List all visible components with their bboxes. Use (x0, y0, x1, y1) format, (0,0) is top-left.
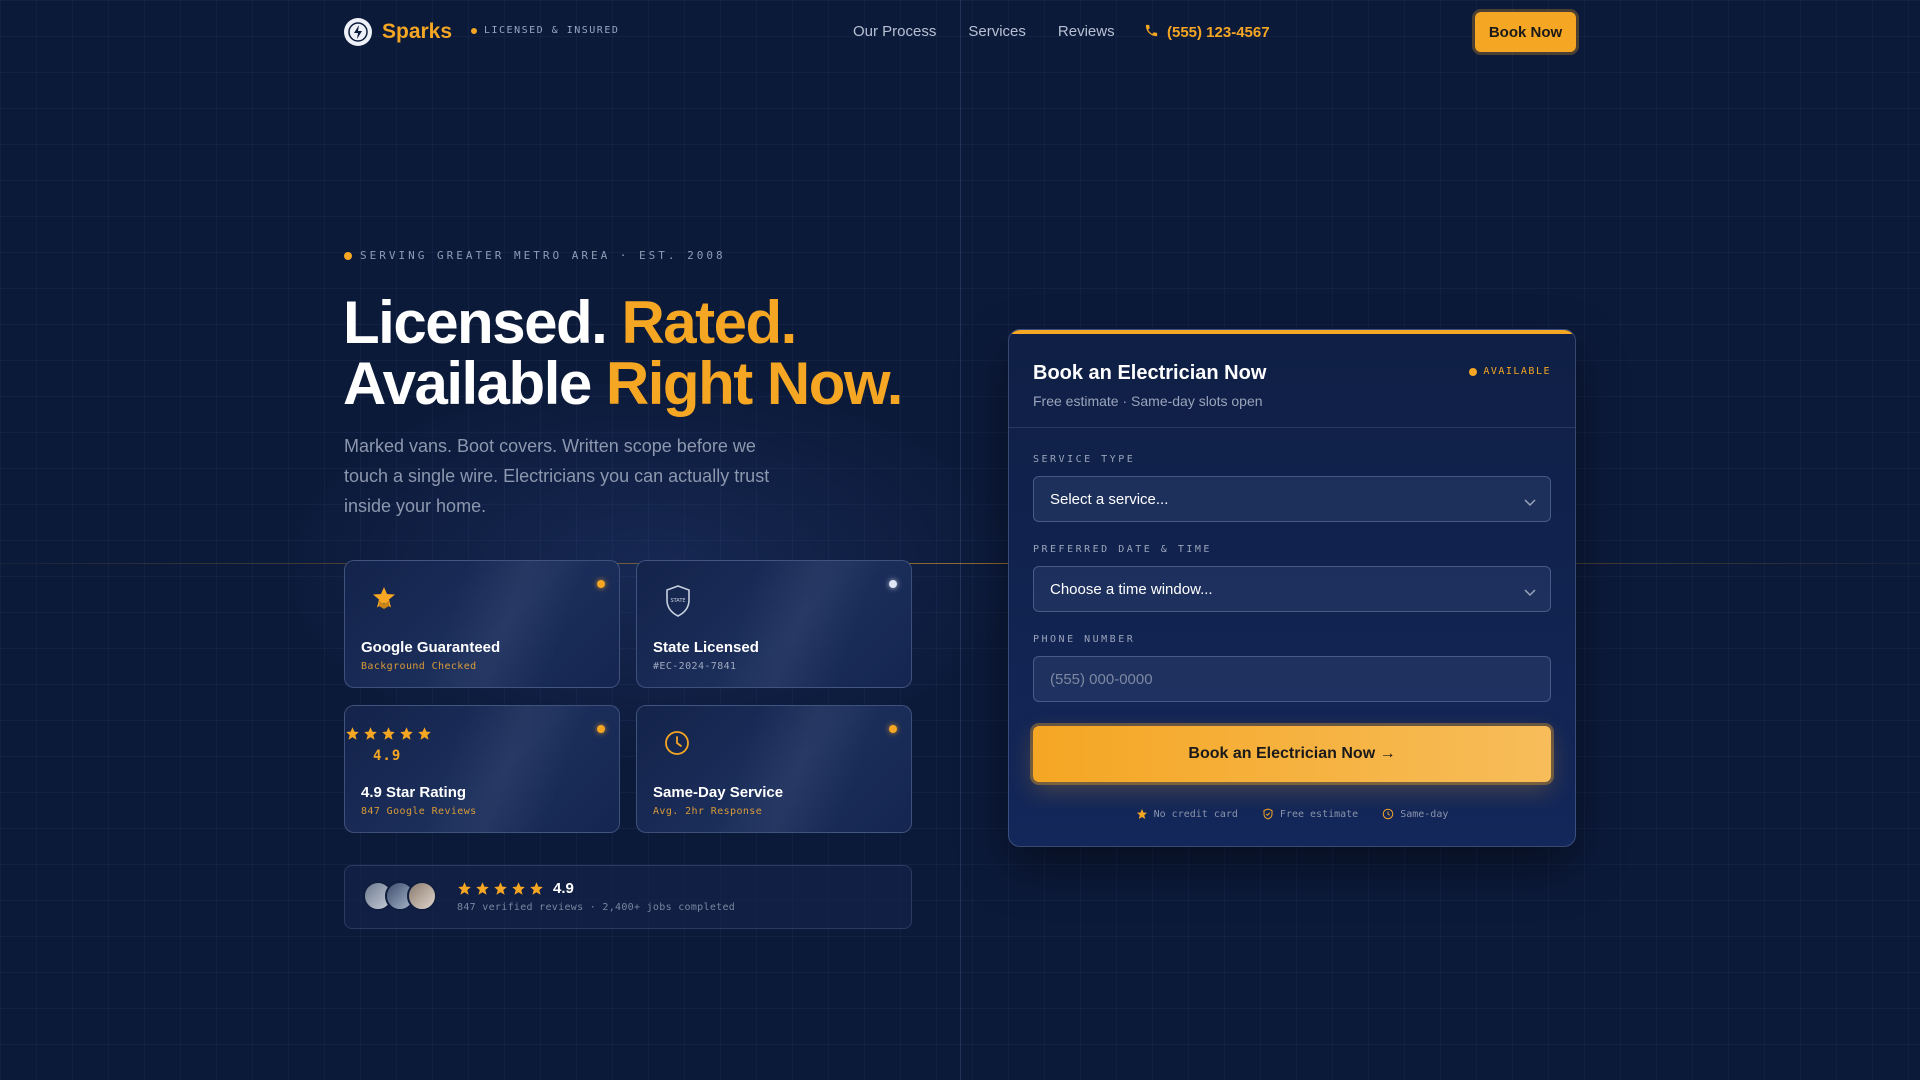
review-score: 4.9 (553, 880, 574, 897)
trust-label: Same-day (1400, 808, 1449, 820)
availability-badge: AVAILABLE (1469, 366, 1551, 377)
star-icon (382, 727, 395, 740)
star-icon (494, 882, 507, 895)
panel-title: Book an Electrician Now (1033, 362, 1267, 384)
status-dot-icon (597, 580, 605, 588)
phone-link[interactable]: (555) 123-4567 (1144, 23, 1270, 42)
trust-item-no-credit-card: No credit card (1136, 808, 1238, 820)
trust-item-same-day: Same-day (1382, 808, 1448, 820)
status-dot-icon (889, 725, 897, 733)
card-subtitle: #EC-2024-7841 (653, 661, 737, 672)
availability-label: AVAILABLE (1483, 366, 1551, 377)
date-time-select[interactable]: Choose a time window... (1033, 566, 1551, 612)
grid-center-line (960, 0, 961, 1080)
star-icon (418, 727, 431, 740)
book-now-button[interactable]: Book Now (1475, 12, 1576, 52)
clock-icon (1382, 808, 1394, 820)
nav-link-reviews[interactable]: Reviews (1058, 23, 1115, 40)
trust-label: Free estimate (1279, 808, 1359, 820)
date-time-label: PREFERRED DATE & TIME (1033, 544, 1212, 555)
trust-item-free-estimate: Free estimate (1262, 808, 1358, 820)
star-icon (512, 882, 525, 895)
chevron-down-icon (1524, 584, 1536, 601)
status-dot-icon (597, 725, 605, 733)
panel-subtitle: Free estimate · Same-day slots open (1033, 393, 1263, 409)
date-time-value: Choose a time window... (1050, 580, 1213, 598)
review-stars (457, 881, 544, 896)
card-title: 4.9 Star Rating (361, 784, 467, 801)
card-subtitle: Avg. 2hr Response (653, 806, 763, 817)
shield-check-icon (1263, 808, 1273, 820)
shield-icon: STATE (665, 585, 691, 622)
hero-subtitle: Marked vans. Boot covers. Written scope … (344, 436, 770, 516)
star-icon (458, 882, 471, 895)
top-nav: Sparks LICENSED & INSURED Our Process Se… (344, 12, 1576, 52)
shield-text: STATE (670, 598, 685, 604)
logo-icon (344, 18, 372, 46)
hero-title-licensed: Licensed. (343, 289, 608, 356)
star-icon (346, 727, 359, 740)
card-star-rating[interactable]: 4.9 4.9 Star Rating 847 Google Reviews (344, 705, 620, 833)
panel-divider (1009, 427, 1575, 428)
status-dot-icon (471, 27, 477, 34)
card-subtitle: 847 Google Reviews (361, 806, 477, 817)
hero-title-available: Available (343, 350, 592, 417)
service-type-value: Select a service... (1050, 490, 1169, 508)
phone-label: PHONE NUMBER (1033, 634, 1136, 645)
card-state-licensed[interactable]: STATE State Licensed #EC-2024-7841 (636, 560, 912, 688)
review-summary: 847 verified reviews · 2,400+ jobs compl… (457, 902, 736, 913)
star-icon (530, 882, 543, 895)
rating-value: 4.9 (373, 748, 402, 764)
service-type-select[interactable]: Select a service... (1033, 476, 1551, 522)
eyebrow-dot-icon (344, 251, 352, 260)
panel-accent-bar (1009, 330, 1575, 334)
card-title: Same-Day Service (653, 784, 784, 801)
book-electrician-button[interactable]: Book an Electrician Now → (1033, 726, 1551, 782)
phone-number: (555) 123-4567 (1167, 24, 1270, 41)
phone-icon (1144, 23, 1159, 42)
star-icon (1136, 809, 1147, 819)
star-icon (400, 727, 413, 740)
reviews-bar[interactable]: 4.9 847 verified reviews · 2,400+ jobs c… (344, 865, 912, 929)
chevron-down-icon (1524, 494, 1536, 511)
card-title: Google Guaranteed (361, 639, 501, 656)
brand-name: Sparks (382, 20, 453, 43)
hero-title: Licensed. Rated. Available Right Now. (343, 289, 904, 417)
licensed-badge-label: LICENSED & INSURED (484, 25, 620, 36)
eyebrow-text: SERVING GREATER METRO AREA · EST. 2008 (360, 249, 726, 262)
service-type-label: SERVICE TYPE (1033, 454, 1136, 465)
hero-title-right-now: Right Now. (605, 350, 904, 417)
trust-row: No credit card Free estimate Same-day (1009, 808, 1575, 820)
nav-links: Our Process Services Reviews (853, 23, 1115, 40)
clock-icon (664, 730, 690, 761)
rating-stars (345, 726, 432, 741)
card-title: State Licensed (653, 639, 759, 656)
star-icon (364, 727, 377, 740)
nav-link-services[interactable]: Services (968, 23, 1026, 40)
badge-star-icon (371, 585, 397, 616)
avatar-group (363, 881, 437, 911)
booking-panel: Book an Electrician Now Free estimate · … (1008, 329, 1576, 847)
status-dot-icon (1469, 367, 1478, 376)
hero-title-rated: Rated. (621, 289, 797, 356)
card-google-guaranteed[interactable]: Google Guaranteed Background Checked (344, 560, 620, 688)
accent-divider (0, 563, 1920, 564)
hero-eyebrow: SERVING GREATER METRO AREA · EST. 2008 (344, 249, 726, 262)
star-icon (476, 882, 489, 895)
card-same-day[interactable]: Same-Day Service Avg. 2hr Response (636, 705, 912, 833)
brand[interactable]: Sparks (344, 18, 452, 46)
card-subtitle: Background Checked (361, 661, 477, 672)
status-dot-icon (889, 580, 897, 588)
licensed-badge: LICENSED & INSURED (471, 25, 619, 36)
phone-input[interactable] (1033, 656, 1551, 702)
nav-link-our-process[interactable]: Our Process (853, 23, 936, 40)
trust-label: No credit card (1153, 808, 1238, 820)
avatar (407, 881, 437, 911)
